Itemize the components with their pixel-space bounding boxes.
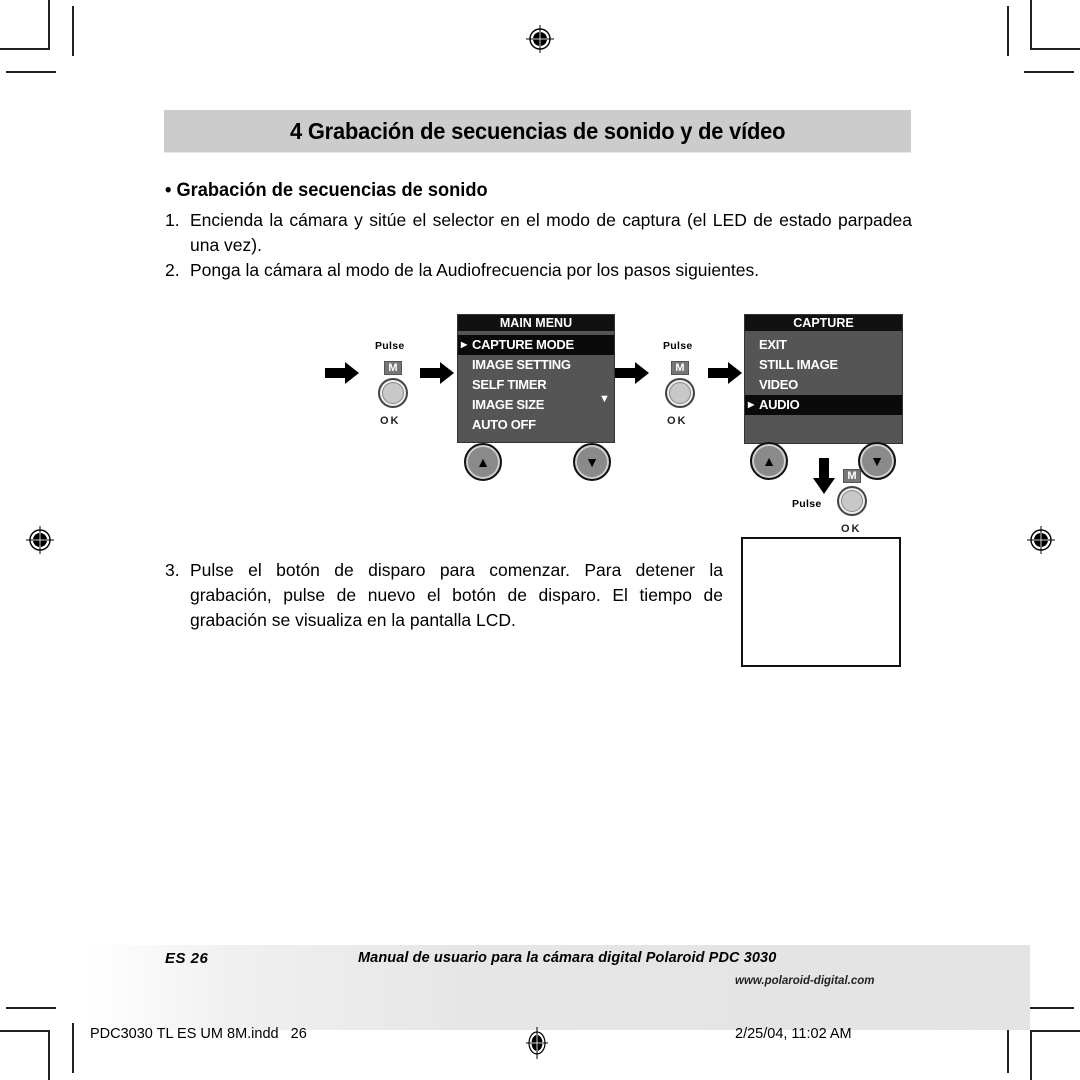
lcd-screen: [741, 537, 901, 667]
menu-item-still-image: STILL IMAGE: [759, 357, 838, 372]
step-number: 2.: [165, 260, 180, 280]
step-text: Ponga la cámara al modo de la Audiofrecu…: [190, 260, 760, 280]
main-menu-screen: MAIN MENU ▶ CAPTURE MODE IMAGE SETTING S…: [457, 314, 615, 443]
menu-item-video: VIDEO: [759, 377, 798, 392]
step-text: Pulse el botón de disparo para comenzar.…: [190, 560, 723, 630]
slug-timestamp: 2/25/04, 11:02 AM: [735, 1026, 852, 1042]
ok-button-icon: [378, 378, 408, 408]
arrow-down-icon: [813, 458, 835, 494]
step-2: 2. Ponga la cámara al modo de la Audiofr…: [165, 258, 912, 283]
registration-mark-left: [26, 526, 54, 554]
capture-menu-title: CAPTURE: [745, 315, 902, 331]
pulse-label: Pulse: [792, 498, 822, 510]
manual-title: Manual de usuario para la cámara digital…: [358, 950, 777, 966]
down-button-icon: ▼: [573, 443, 611, 481]
slug-filename: PDC3030 TL ES UM 8M.indd 26: [90, 1026, 307, 1042]
arrow-right-icon: [325, 362, 359, 384]
arrow-right-icon: [615, 362, 649, 384]
scroll-down-icon: ▼: [599, 393, 610, 405]
step-number: 3.: [165, 560, 180, 580]
section-title-band: 4 Grabación de secuencias de sonido y de…: [164, 110, 911, 153]
ok-button-icon: [665, 378, 695, 408]
menu-item-self-timer: SELF TIMER: [472, 377, 547, 392]
registration-mark-right: [1027, 526, 1055, 554]
registration-mark-bottom: [526, 1027, 548, 1059]
pulse-label: Pulse: [375, 340, 405, 352]
down-button-icon: ▼: [858, 442, 896, 480]
page-number: ES 26: [165, 950, 209, 967]
caret-icon: ▶: [461, 340, 467, 349]
ok-label: OK: [380, 415, 401, 427]
capture-menu-screen: CAPTURE EXIT STILL IMAGE VIDEO ▶ AUDIO: [744, 314, 903, 444]
up-button-icon: ▲: [750, 442, 788, 480]
menu-item-exit: EXIT: [759, 337, 787, 352]
step-3: 3. Pulse el botón de disparo para comenz…: [165, 558, 723, 633]
menu-item-audio: ▶ AUDIO: [745, 395, 902, 415]
website-url: www.polaroid-digital.com: [735, 975, 875, 987]
subheading: • Grabación de secuencias de sonido: [165, 180, 488, 201]
m-badge: M: [384, 361, 402, 375]
m-badge: M: [843, 469, 861, 483]
ok-label: OK: [841, 523, 862, 535]
step-number: 1.: [165, 210, 180, 230]
ok-button-icon: [837, 486, 867, 516]
menu-item-capture-mode: ▶ CAPTURE MODE: [458, 335, 614, 355]
menu-item-auto-off: AUTO OFF: [472, 417, 536, 432]
step-1: 1. Encienda la cámara y sitúe el selecto…: [165, 208, 912, 258]
arrow-right-icon: [420, 362, 454, 384]
ok-label: OK: [667, 415, 688, 427]
page-title: 4 Grabación de secuencias de sonido y de…: [289, 117, 786, 144]
pulse-label: Pulse: [663, 340, 693, 352]
registration-mark-top: [526, 25, 554, 53]
up-button-icon: ▲: [464, 443, 502, 481]
menu-item-image-setting: IMAGE SETTING: [472, 357, 571, 372]
m-badge: M: [671, 361, 689, 375]
step-text: Encienda la cámara y sitúe el selector e…: [190, 210, 912, 255]
main-menu-title: MAIN MENU: [458, 315, 614, 331]
arrow-right-icon: [708, 362, 742, 384]
caret-icon: ▶: [748, 400, 754, 409]
menu-item-image-size: IMAGE SIZE: [472, 397, 545, 412]
